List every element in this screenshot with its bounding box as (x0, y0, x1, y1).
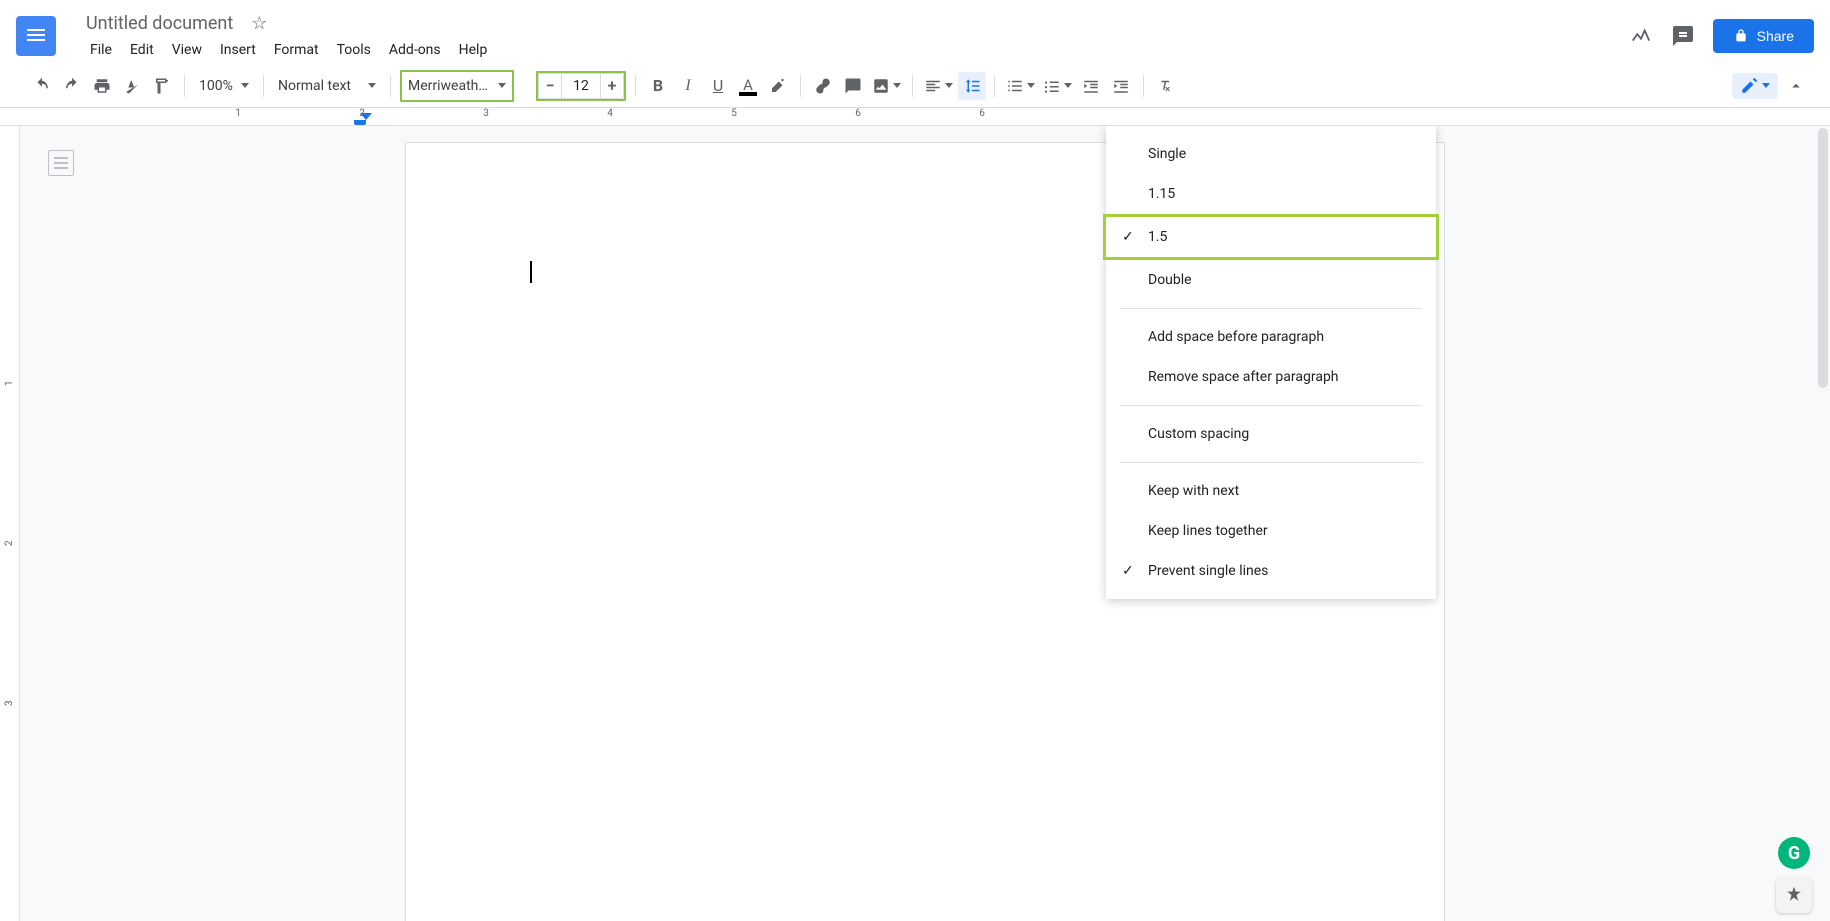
chevron-down-icon (1064, 83, 1072, 88)
chevron-down-icon (498, 83, 506, 88)
font-value: Merriweath… (408, 78, 488, 94)
paragraph-style-select[interactable]: Normal text (272, 72, 382, 100)
horizontal-ruler[interactable]: 1 2 3 4 5 6 6 (0, 108, 1830, 126)
menu-tools[interactable]: Tools (329, 38, 379, 62)
line-spacing-menu: Single 1.15 ✓ 1.5 Double Add space befor… (1106, 126, 1436, 599)
chevron-down-icon (945, 83, 953, 88)
text-color-button[interactable]: A (734, 72, 762, 100)
insert-link-button[interactable] (809, 72, 837, 100)
menu-insert[interactable]: Insert (212, 38, 264, 62)
ls-option-1-5[interactable]: ✓ 1.5 (1106, 217, 1436, 257)
vertical-ruler[interactable]: 1 2 3 (0, 126, 20, 921)
scrollbar-thumb[interactable] (1818, 128, 1828, 388)
ls-custom-spacing[interactable]: Custom spacing (1106, 414, 1436, 454)
font-size-decrease[interactable]: − (538, 73, 562, 99)
bullet-list-button[interactable] (1040, 72, 1075, 100)
chevron-down-icon (1027, 83, 1035, 88)
chevron-down-icon (893, 83, 901, 88)
clear-formatting-button[interactable] (1152, 72, 1180, 100)
undo-button[interactable] (28, 72, 56, 100)
font-size-control: − 12 + (538, 73, 624, 99)
underline-button[interactable]: U (704, 72, 732, 100)
share-label: Share (1757, 28, 1794, 44)
check-icon: ✓ (1122, 563, 1148, 579)
chevron-down-icon (1762, 83, 1770, 88)
header: Untitled document ☆ File Edit View Inser… (0, 0, 1830, 64)
menu-file[interactable]: File (82, 38, 120, 62)
text-cursor (530, 261, 532, 283)
decrease-indent-button[interactable] (1077, 72, 1105, 100)
ls-keep-with-next[interactable]: Keep with next (1106, 471, 1436, 511)
zoom-value: 100% (199, 78, 233, 94)
menu-help[interactable]: Help (451, 38, 496, 62)
spellcheck-button[interactable] (118, 72, 146, 100)
print-button[interactable] (88, 72, 116, 100)
font-size-increase[interactable]: + (600, 73, 624, 99)
collapse-toolbar-button[interactable] (1786, 77, 1806, 95)
align-button[interactable] (921, 72, 956, 100)
font-size-highlight: − 12 + (536, 71, 626, 101)
font-size-input[interactable]: 12 (562, 73, 600, 99)
toolbar: 100% Normal text Merriweath… − 12 + B I … (0, 64, 1830, 108)
redo-button[interactable] (58, 72, 86, 100)
docs-logo[interactable] (16, 16, 56, 56)
ls-option-double[interactable]: Double (1106, 260, 1436, 300)
comments-icon[interactable] (1671, 24, 1695, 48)
ls-prevent-single-lines[interactable]: ✓ Prevent single lines (1106, 551, 1436, 591)
ls-keep-lines-together[interactable]: Keep lines together (1106, 511, 1436, 551)
menu-view[interactable]: View (164, 38, 210, 62)
menu-bar: File Edit View Insert Format Tools Add-o… (82, 38, 1629, 62)
font-select-highlight: Merriweath… (400, 70, 514, 102)
menu-edit[interactable]: Edit (122, 38, 162, 62)
editing-mode-button[interactable] (1732, 73, 1778, 99)
doc-title[interactable]: Untitled document (82, 11, 237, 36)
font-select[interactable]: Merriweath… (402, 72, 512, 100)
ls-add-space-before[interactable]: Add space before paragraph (1106, 317, 1436, 357)
star-icon[interactable]: ☆ (251, 13, 267, 34)
title-area: Untitled document ☆ File Edit View Inser… (82, 11, 1629, 62)
style-value: Normal text (278, 78, 351, 94)
numbered-list-button[interactable] (1003, 72, 1038, 100)
first-line-indent-marker[interactable] (360, 113, 372, 120)
explore-button[interactable] (1776, 877, 1812, 913)
check-icon: ✓ (1122, 229, 1148, 245)
italic-button[interactable]: I (674, 72, 702, 100)
increase-indent-button[interactable] (1107, 72, 1135, 100)
highlight-color-button[interactable] (764, 72, 792, 100)
workspace: 1 2 3 Single 1.15 ✓ 1.5 Double (0, 126, 1830, 921)
menu-format[interactable]: Format (266, 38, 327, 62)
share-button[interactable]: Share (1713, 19, 1814, 53)
ls-option-1-15[interactable]: 1.15 (1106, 174, 1436, 214)
zoom-select[interactable]: 100% (193, 72, 255, 100)
ls-option-single[interactable]: Single (1106, 134, 1436, 174)
bold-button[interactable]: B (644, 72, 672, 100)
add-comment-button[interactable] (839, 72, 867, 100)
page-scroll[interactable] (20, 126, 1830, 921)
header-right: Share (1629, 19, 1814, 53)
chevron-down-icon (241, 83, 249, 88)
ls-remove-space-after[interactable]: Remove space after paragraph (1106, 357, 1436, 397)
line-spacing-button[interactable] (958, 72, 986, 100)
activity-icon[interactable] (1629, 24, 1653, 48)
chevron-down-icon (368, 83, 376, 88)
left-indent-marker[interactable] (354, 120, 366, 125)
menu-addons[interactable]: Add-ons (381, 38, 449, 62)
grammarly-badge[interactable]: G (1778, 837, 1810, 869)
paint-format-button[interactable] (148, 72, 176, 100)
insert-image-button[interactable] (869, 72, 904, 100)
